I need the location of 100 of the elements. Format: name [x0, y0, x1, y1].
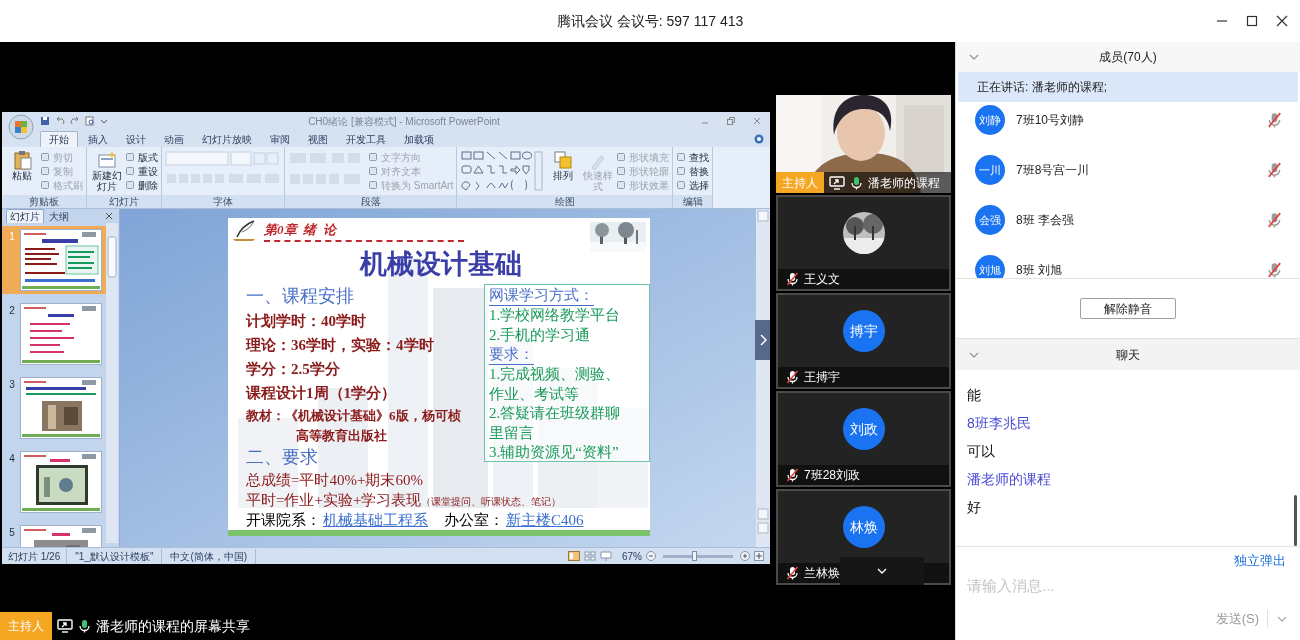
ribbon-button[interactable]: 新建幻灯片 — [90, 150, 123, 192]
unmute-button[interactable]: 解除静音 — [1080, 298, 1176, 319]
zoom-slider-thumb[interactable] — [692, 550, 698, 561]
ribbon-tab[interactable]: 视图 — [300, 132, 336, 147]
slide-number: 3 — [8, 378, 16, 392]
scrollbar-drawing[interactable] — [106, 223, 118, 543]
ribbon-tab[interactable]: 动画 — [156, 132, 192, 147]
status-text: 中文(简体，中国) — [162, 548, 257, 564]
shape-gallery-drawing[interactable] — [460, 150, 545, 192]
muted-mic-icon[interactable] — [1267, 162, 1282, 178]
screen-share-icon — [57, 619, 73, 633]
undo-icon[interactable] — [55, 116, 65, 126]
thumbnail-row[interactable]: 4 — [2, 448, 106, 516]
ribbon-tab[interactable]: 开始 — [40, 131, 78, 147]
scrollbar-thumb[interactable] — [1294, 495, 1297, 546]
thumbnail-row[interactable]: 2 — [2, 300, 106, 368]
status-text: 幻灯片 1/26 — [2, 548, 68, 564]
chat-message: 可以 — [967, 442, 995, 461]
ribbon-tab[interactable]: 开发工具 — [338, 132, 394, 147]
fit-window-icon[interactable] — [754, 551, 764, 561]
avatar: 一川 — [975, 155, 1005, 185]
save-icon[interactable] — [40, 116, 50, 126]
ribbon-tab[interactable]: 加载项 — [396, 132, 442, 147]
close-icon[interactable] — [1274, 13, 1290, 29]
muted-mic-icon[interactable] — [1267, 112, 1282, 128]
slideshow-icon[interactable] — [600, 551, 612, 561]
normal-view-icon[interactable] — [568, 551, 580, 561]
ribbon-command[interactable]: 选择 — [676, 178, 710, 192]
maximize-icon[interactable] — [1244, 13, 1260, 29]
ribbon-tab[interactable]: 插入 — [80, 132, 116, 147]
member-name: 7班8号宫一川 — [1016, 162, 1091, 179]
slide-number: 1 — [8, 230, 16, 244]
ribbon-command[interactable]: 版式 — [125, 150, 158, 164]
panel-title: 聊天 — [1115, 346, 1141, 364]
print-preview-icon[interactable] — [85, 116, 95, 126]
ribbon-command[interactable]: 查找 — [676, 150, 710, 164]
slide-thumbnail[interactable] — [20, 451, 102, 513]
redo-icon[interactable] — [70, 116, 80, 126]
chevron-down-icon[interactable] — [1276, 614, 1288, 623]
status-text: "1_默认设计模板" — [67, 548, 163, 564]
member-name: 8班 李会强 — [1016, 212, 1075, 229]
restore-icon[interactable] — [726, 116, 736, 126]
window-title: 腾讯会议 会议号: 597 117 413 — [556, 11, 744, 31]
pane-tab[interactable]: 大纲 — [46, 210, 72, 223]
speaking-indicator: 正在讲话: 潘老师的课程; — [958, 72, 1298, 102]
avatar: 刘政 — [842, 408, 885, 450]
zoom-out-icon[interactable] — [646, 551, 656, 561]
ribbon-button[interactable]: 粘贴 — [5, 150, 38, 181]
avatar: 刘旭 — [975, 255, 1005, 278]
screen-share-label: 潘老师的课程的屏幕共享 — [96, 616, 250, 636]
slide-thumbnail[interactable] — [20, 377, 102, 439]
clipboard-icon — [11, 150, 32, 170]
group-label: 幻灯片 — [87, 195, 161, 208]
zoom-level: 67% — [622, 549, 642, 564]
command-icon[interactable] — [676, 152, 687, 162]
sorter-view-icon[interactable] — [584, 551, 596, 561]
ribbon-button[interactable]: 排列 — [546, 150, 580, 181]
command-icon[interactable] — [676, 180, 687, 190]
participant-name: 兰林焕 — [804, 565, 840, 582]
group-label: 段落 — [285, 195, 457, 208]
chat-sender: 潘老师的课程 — [967, 470, 1051, 489]
chevron-right-icon — [758, 333, 767, 347]
message-field[interactable]: 请输入消息... — [967, 575, 1289, 597]
avatar: 林焕 — [842, 506, 885, 548]
popout-link[interactable]: 独立弹出 — [1234, 551, 1286, 571]
ribbon-tab[interactable]: 审阅 — [262, 132, 298, 147]
command-icon[interactable] — [676, 166, 687, 176]
slide-thumbnail[interactable] — [20, 303, 102, 365]
zoom-in-icon[interactable] — [740, 551, 750, 561]
ribbon-tab[interactable]: 幻灯片放映 — [194, 132, 260, 147]
new-slide-icon — [96, 150, 117, 170]
avatar: 刘静 — [975, 105, 1005, 135]
chat-message: 好 — [967, 498, 981, 517]
chevron-down-icon[interactable] — [968, 350, 980, 359]
app-title: CH0绪论 [兼容模式] - Microsoft PowerPoint — [307, 114, 501, 129]
chevron-down-icon[interactable] — [968, 53, 980, 61]
avatar: 搏宇 — [842, 310, 885, 352]
muted-mic-icon[interactable] — [1267, 212, 1282, 228]
slide-number: 2 — [8, 304, 16, 318]
slide-thumbnail[interactable] — [20, 229, 102, 291]
ribbon-command[interactable]: 替换 — [676, 164, 710, 178]
thumbnail-row[interactable]: 3 — [2, 374, 106, 442]
mic-icon — [78, 619, 91, 633]
host-badge: 主持人 — [776, 172, 824, 193]
chat-message: 能 — [967, 386, 981, 405]
ribbon-tab[interactable]: 设计 — [118, 132, 154, 147]
slide-number: 4 — [8, 452, 16, 466]
ribbon-command[interactable]: 重设 — [125, 164, 158, 178]
member-name: 7班10号刘静 — [1016, 112, 1086, 129]
thumbnail-row[interactable]: 5 — [2, 522, 106, 547]
host-badge: 主持人 — [0, 612, 52, 640]
group-label: 绘图 — [457, 195, 673, 208]
pane-tab[interactable]: 幻灯片 — [6, 209, 44, 223]
next-page-button[interactable] — [755, 320, 770, 360]
participant-name: 7班28刘政 — [804, 467, 861, 484]
ribbon-command[interactable]: 删除 — [125, 178, 158, 192]
avatar: 会强 — [975, 205, 1005, 235]
participant-name: 王搏宇 — [804, 369, 840, 386]
muted-mic-icon[interactable] — [1267, 262, 1282, 278]
group-label: 编辑 — [673, 195, 713, 208]
